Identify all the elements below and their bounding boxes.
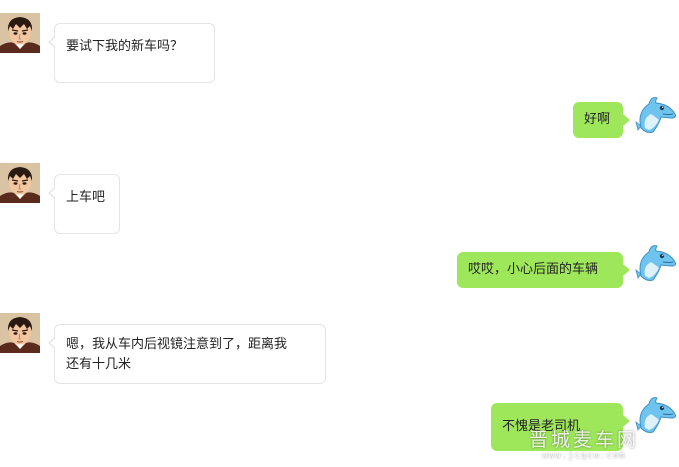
message-row: 好啊 — [0, 92, 679, 142]
message-bubble[interactable]: 好啊 — [573, 102, 630, 138]
message-row: 要试下我的新车吗？ — [0, 13, 679, 83]
message-bubble[interactable]: 要试下我的新车吗？ — [48, 23, 215, 83]
message-bubble[interactable]: 上车吧 — [48, 174, 120, 234]
man-avatar-icon[interactable] — [0, 13, 40, 53]
message-bubble[interactable]: 嗯，我从车内后视镜注意到了，距离我 还有十几米 — [48, 324, 326, 384]
dolphin-avatar-icon[interactable] — [635, 240, 679, 284]
message-row: 哎哎，小心后面的车辆 — [0, 240, 679, 290]
message-bubble[interactable]: 不愧是老司机 — [491, 403, 630, 451]
message-row: 不愧是老司机 — [0, 392, 679, 452]
message-row: 上车吧 — [0, 163, 679, 235]
message-bubble[interactable]: 哎哎，小心后面的车辆 — [457, 252, 630, 288]
man-avatar-icon[interactable] — [0, 313, 40, 353]
watermark-url: www.jcqcw.com — [542, 451, 626, 461]
message-row: 嗯，我从车内后视镜注意到了，距离我 还有十几米 — [0, 313, 679, 385]
dolphin-avatar-icon[interactable] — [635, 392, 679, 436]
chat-window: 要试下我的新车吗？ 好啊 上车吧 哎哎，小心后面的车辆 嗯，我从车内后视镜注意到… — [0, 0, 679, 467]
dolphin-avatar-icon[interactable] — [635, 92, 679, 136]
man-avatar-icon[interactable] — [0, 163, 40, 203]
